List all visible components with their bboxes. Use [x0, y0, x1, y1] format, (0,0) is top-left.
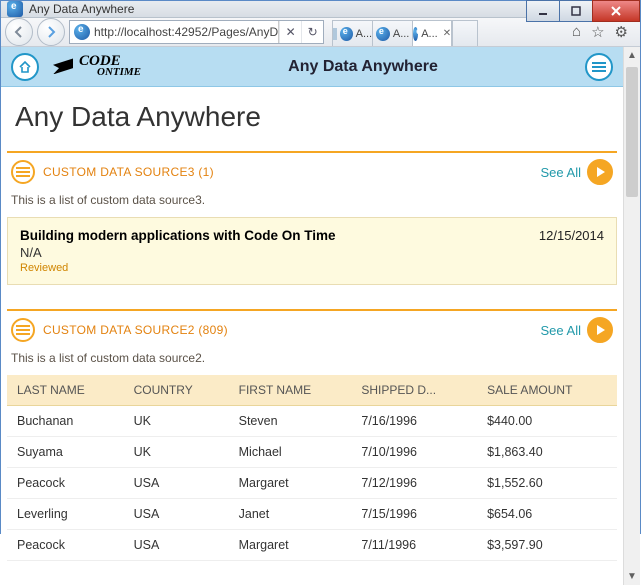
close-button[interactable] [592, 0, 640, 22]
see-all-link[interactable]: See All [541, 165, 581, 180]
table-row[interactable]: Buchanan UK Steven 7/16/1996 $440.00 [7, 406, 617, 437]
ie-favicon-icon [74, 24, 90, 40]
col-last-name[interactable]: LAST NAME [7, 375, 124, 406]
list-item[interactable]: Building modern applications with Code O… [7, 217, 617, 285]
forward-button[interactable] [37, 18, 65, 46]
logo-line2: ONTIME [97, 68, 141, 78]
command-bar: ⌂ ☆ ⚙ [564, 23, 636, 41]
section-custom-data-source2: CUSTOM DATA SOURCE2 (809) See All This i… [7, 309, 617, 561]
col-sale-amount[interactable]: SALE AMOUNT [477, 375, 617, 406]
logo-wing-icon [53, 58, 73, 74]
section-custom-data-source3: CUSTOM DATA SOURCE3 (1) See All This is … [7, 151, 617, 285]
item-date: 12/15/2014 [539, 228, 604, 274]
see-all-arrow-icon[interactable] [587, 317, 613, 343]
client-area: CODE ONTIME Any Data Anywhere Any Data A… [1, 47, 640, 585]
see-all-arrow-icon[interactable] [587, 159, 613, 185]
tab-close-icon[interactable]: ✕ [443, 28, 451, 39]
header-title: Any Data Anywhere [288, 58, 438, 76]
maximize-button[interactable] [559, 0, 593, 22]
tab-favicon-icon [340, 27, 353, 41]
url-text: http://localhost:42952/Pages/AnyD [94, 25, 278, 39]
page-title: Any Data Anywhere [1, 87, 623, 151]
back-button[interactable] [5, 18, 33, 46]
data-table: LAST NAME COUNTRY FIRST NAME SHIPPED D..… [7, 375, 617, 561]
item-title: Building modern applications with Code O… [20, 228, 336, 243]
home-button[interactable] [11, 53, 39, 81]
tab-label: A... [356, 28, 373, 40]
tab-strip: A... A... A... ✕ [332, 18, 560, 46]
ie-icon [7, 1, 23, 17]
section-title: CUSTOM DATA SOURCE2 (809) [43, 323, 228, 337]
address-bar[interactable]: http://localhost:42952/Pages/AnyD ✕ ↻ [69, 20, 324, 44]
browser-window: Any Data Anywhere http://localhost:42952… [0, 0, 641, 534]
item-sub: N/A [20, 245, 336, 260]
col-first-name[interactable]: FIRST NAME [229, 375, 352, 406]
col-shipped[interactable]: SHIPPED D... [351, 375, 477, 406]
scroll-up-arrow-icon[interactable]: ▲ [624, 47, 640, 64]
scroll-down-arrow-icon[interactable]: ▼ [624, 568, 640, 585]
nav-bar: http://localhost:42952/Pages/AnyD ✕ ↻ A.… [1, 18, 640, 47]
refresh-button[interactable]: ↻ [301, 21, 323, 43]
tab-favicon-icon [413, 27, 418, 41]
section-title: CUSTOM DATA SOURCE3 (1) [43, 165, 214, 179]
minimize-button[interactable] [526, 0, 560, 22]
tab-2[interactable]: A... [372, 20, 412, 46]
logo: CODE ONTIME [53, 55, 141, 78]
table-row[interactable]: Peacock USA Margaret 7/12/1996 $1,552.60 [7, 468, 617, 499]
tools-icon[interactable]: ⚙ [615, 23, 628, 41]
tab-3-active[interactable]: A... ✕ [412, 20, 452, 46]
tab-label: A... [421, 28, 438, 40]
window-controls [527, 0, 640, 22]
home-icon[interactable]: ⌂ [572, 23, 581, 41]
vertical-scrollbar[interactable]: ▲ ▼ [623, 47, 640, 585]
table-row[interactable]: Peacock USA Margaret 7/11/1996 $3,597.90 [7, 530, 617, 561]
tab-label: A... [393, 28, 410, 40]
favorites-icon[interactable]: ☆ [591, 23, 604, 41]
section-menu-button[interactable] [11, 160, 35, 184]
stop-button[interactable]: ✕ [279, 21, 301, 43]
table-row[interactable]: Suyama UK Michael 7/10/1996 $1,863.40 [7, 437, 617, 468]
table-row[interactable]: Leverling USA Janet 7/15/1996 $654.06 [7, 499, 617, 530]
section-menu-button[interactable] [11, 318, 35, 342]
new-tab-button[interactable] [452, 20, 478, 46]
title-bar: Any Data Anywhere [1, 1, 640, 18]
window-title: Any Data Anywhere [29, 2, 134, 16]
see-all-link[interactable]: See All [541, 323, 581, 338]
status-badge: Reviewed [20, 262, 336, 274]
scroll-thumb[interactable] [626, 67, 638, 197]
col-country[interactable]: COUNTRY [124, 375, 229, 406]
section-description: This is a list of custom data source3. [7, 189, 617, 217]
tab-1[interactable]: A... [332, 20, 372, 46]
section-description: This is a list of custom data source2. [7, 347, 617, 375]
tab-favicon-icon [376, 27, 390, 41]
menu-button[interactable] [585, 53, 613, 81]
app-header: CODE ONTIME Any Data Anywhere [1, 47, 623, 87]
